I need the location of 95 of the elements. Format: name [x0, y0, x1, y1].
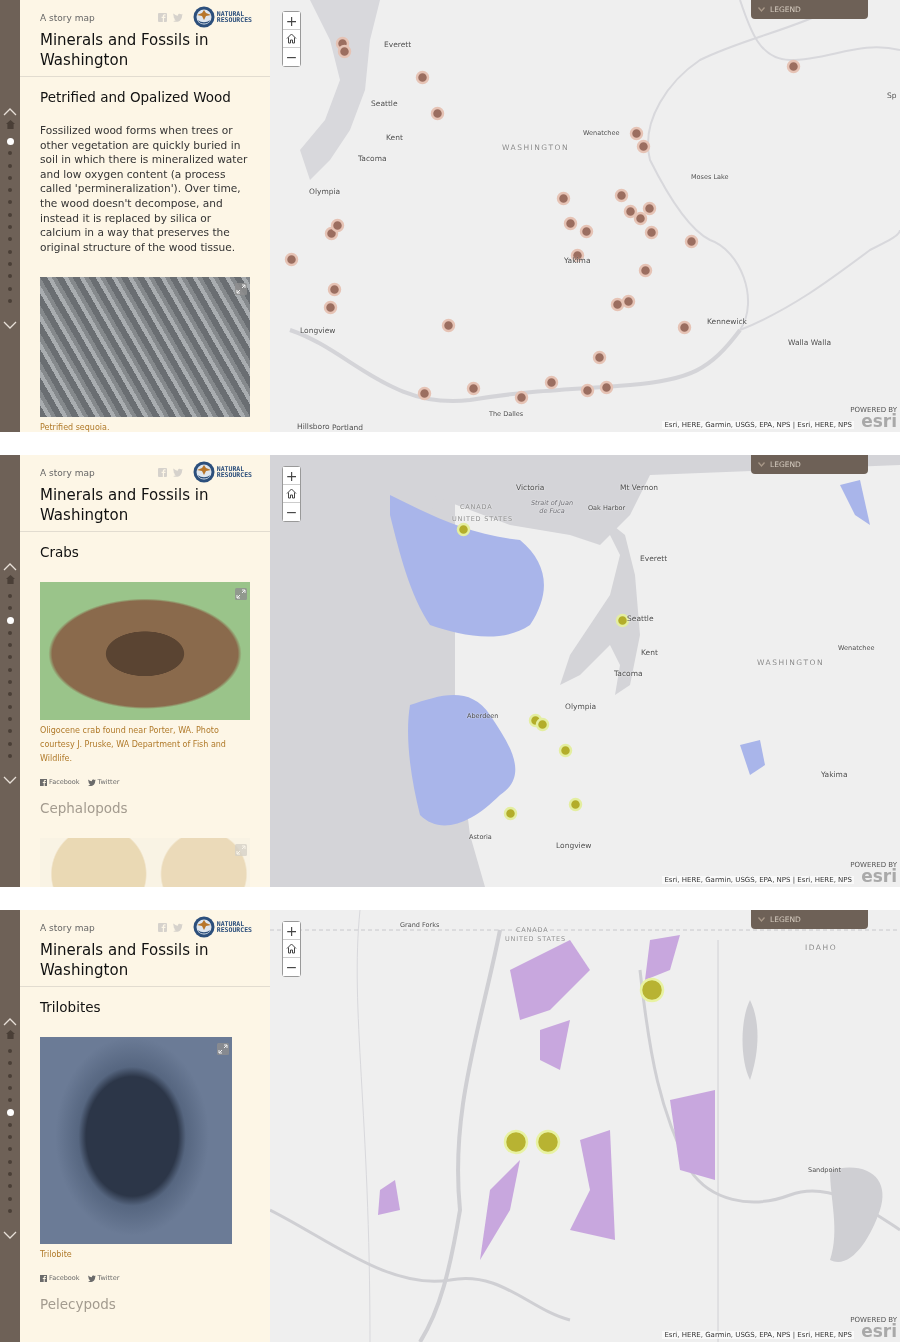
image-caption: Trilobite [40, 1249, 73, 1261]
location-marker[interactable] [635, 138, 651, 154]
chevron-down-icon [758, 462, 765, 467]
location-marker[interactable] [578, 223, 594, 239]
location-marker[interactable] [628, 125, 644, 141]
location-marker[interactable] [283, 251, 299, 267]
story-title: Minerals and Fossils in Washington [40, 30, 210, 70]
chevron-up-icon[interactable] [3, 1018, 17, 1026]
location-marker[interactable] [502, 805, 518, 821]
home-icon [286, 33, 297, 44]
location-marker[interactable] [643, 224, 659, 240]
facebook-icon[interactable] [157, 922, 167, 932]
nav-dot[interactable] [6, 1109, 14, 1116]
facebook-icon [40, 1274, 47, 1282]
location-marker[interactable] [591, 349, 607, 365]
logo-text: esri [861, 869, 897, 884]
home-icon [286, 943, 297, 954]
seal-icon [192, 461, 215, 483]
geology-area [378, 1180, 400, 1215]
location-marker[interactable] [555, 190, 571, 206]
section-heading: Trilobites [40, 999, 102, 1015]
seal-icon [192, 916, 215, 938]
logo-text: esri [861, 1324, 897, 1339]
zoom-in-button[interactable]: + [283, 467, 300, 485]
story-title: Minerals and Fossils in Washington [40, 485, 210, 525]
section-heading: Petrified and Opalized Wood [40, 89, 232, 105]
nav-dot[interactable] [6, 617, 14, 625]
section-heading: Crabs [40, 544, 80, 560]
story-map-label: A story map [40, 468, 95, 478]
location-marker[interactable] [683, 233, 699, 249]
section-heading: Pelecypods [40, 1296, 117, 1312]
nav-dot[interactable] [6, 137, 14, 145]
location-marker[interactable] [455, 521, 471, 537]
location-marker[interactable] [534, 716, 550, 732]
geology-area [645, 935, 680, 980]
seal-icon [192, 6, 215, 28]
geology-area [740, 740, 765, 775]
chevron-up-icon[interactable] [3, 108, 17, 116]
image-caption: Petrified sequoia. [40, 422, 111, 432]
twitter-icon [87, 1274, 96, 1282]
location-marker[interactable] [637, 262, 653, 278]
location-marker[interactable] [322, 299, 338, 315]
facebook-icon [40, 778, 47, 786]
twitter-icon[interactable] [172, 12, 183, 22]
location-marker[interactable] [598, 379, 614, 395]
location-marker[interactable] [620, 293, 636, 309]
expand-icon[interactable] [217, 1043, 229, 1055]
location-marker[interactable] [416, 385, 432, 401]
location-marker[interactable] [329, 217, 345, 233]
chevron-down-icon[interactable] [3, 321, 17, 330]
chevron-down-icon [758, 917, 765, 922]
location-marker[interactable] [579, 382, 595, 398]
location-marker[interactable] [414, 69, 430, 85]
geology-area [840, 480, 870, 525]
facebook-icon[interactable] [157, 467, 167, 477]
location-marker[interactable] [632, 210, 648, 226]
story-map-label: A story map [40, 13, 95, 23]
home-icon [286, 488, 297, 499]
section-text: Fossilized wood forms when trees or other vegetation are quickly buried in soil in which there is mineralized water and low oxygen content (a process called 'permineralization'). Over time, the wood doesn't decompose, and instead it is replaced by silica or calcium in a way that preserves the original structure of the wood tissue. [40, 123, 249, 255]
location-marker[interactable] [609, 296, 625, 312]
zoom-in-button[interactable]: + [283, 12, 300, 30]
logo-text: esri [861, 414, 897, 429]
expand-icon[interactable] [235, 588, 247, 600]
section-heading: Cephalopods [40, 800, 129, 816]
location-marker[interactable] [465, 380, 481, 396]
location-marker[interactable] [567, 796, 583, 812]
story-title: Minerals and Fossils in Washington [40, 940, 210, 980]
location-marker[interactable] [562, 215, 578, 231]
location-marker[interactable] [557, 742, 573, 758]
location-marker[interactable] [676, 319, 692, 335]
location-marker[interactable] [622, 203, 638, 219]
location-marker[interactable] [785, 58, 801, 74]
location-marker[interactable] [513, 389, 529, 405]
chevron-up-icon[interactable] [3, 563, 17, 571]
nav-dot[interactable] [8, 594, 12, 598]
chevron-down-icon[interactable] [3, 1231, 17, 1240]
chevron-down-icon [758, 7, 765, 12]
story-map-label: A story map [40, 923, 95, 933]
location-marker[interactable] [429, 105, 445, 121]
expand-icon[interactable] [235, 283, 247, 296]
image-caption: Oligocene crab found near Porter, WA. Photo courtesy J. Pruske, WA Department of Fish and Wildlife. [40, 725, 227, 765]
twitter-icon[interactable] [172, 922, 183, 932]
location-marker[interactable] [641, 200, 657, 216]
chevron-down-icon[interactable] [3, 776, 17, 785]
expand-icon[interactable] [235, 844, 247, 856]
nav-dot[interactable] [8, 1049, 12, 1053]
facebook-icon[interactable] [157, 12, 167, 22]
location-marker[interactable] [543, 374, 559, 390]
location-marker[interactable] [613, 187, 629, 203]
twitter-icon [87, 778, 96, 786]
zoom-in-button[interactable]: + [283, 922, 300, 940]
location-marker[interactable] [326, 281, 342, 297]
twitter-icon[interactable] [172, 467, 183, 477]
location-marker[interactable] [440, 317, 456, 333]
location-marker[interactable] [336, 43, 352, 59]
